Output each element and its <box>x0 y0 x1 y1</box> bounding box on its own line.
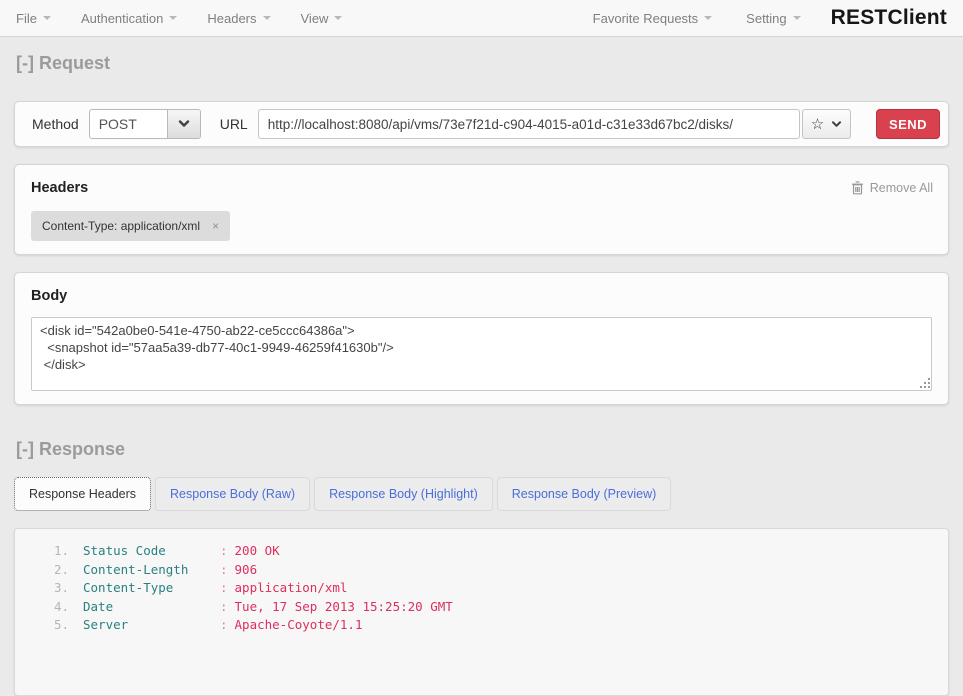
response-header-row: 3. Content-Type : application/xml <box>15 579 948 598</box>
response-header-name: Date <box>83 598 220 617</box>
response-header-row: 1. Status Code : 200 OK <box>15 542 948 561</box>
star-icon: ☆ <box>811 117 824 132</box>
response-header-name: Server <box>83 616 220 635</box>
chevron-down-icon <box>43 16 51 20</box>
response-header-name: Content-Type <box>83 579 220 598</box>
remove-all-headers-button[interactable]: Remove All <box>851 181 933 195</box>
chevron-down-icon <box>831 121 842 128</box>
url-input[interactable] <box>258 109 800 139</box>
close-icon[interactable]: × <box>212 219 219 233</box>
headers-panel-title: Headers <box>31 180 88 196</box>
response-section-title[interactable]: [-] Response <box>16 439 947 460</box>
request-headers-panel: Headers Remove All Content-Type: ap <box>14 164 949 255</box>
menu-setting-label: Setting <box>746 11 786 26</box>
colon-separator: : <box>220 561 228 580</box>
menu-file-label: File <box>16 11 37 26</box>
response-tabs: Response Headers Response Body (Raw) Res… <box>14 477 949 511</box>
menu-headers[interactable]: Headers <box>207 11 270 26</box>
tab-response-headers[interactable]: Response Headers <box>14 477 151 511</box>
menu-file[interactable]: File <box>16 11 51 26</box>
line-number: 4. <box>41 598 69 617</box>
response-headers-panel: 1. Status Code : 200 OK 2. Content-Lengt… <box>14 528 949 696</box>
line-number: 2. <box>41 561 69 580</box>
body-panel-title: Body <box>31 288 67 304</box>
line-number: 1. <box>41 542 69 561</box>
tab-response-body-raw[interactable]: Response Body (Raw) <box>155 477 310 511</box>
favorite-star-button[interactable]: ☆ <box>802 109 851 139</box>
colon-separator: : <box>220 598 228 617</box>
chevron-down-icon <box>263 16 271 20</box>
response-header-value: Tue, 17 Sep 2013 15:25:20 GMT <box>235 598 453 617</box>
response-header-value: application/xml <box>235 579 348 598</box>
menu-view[interactable]: View <box>301 11 343 26</box>
response-header-name: Status Code <box>83 542 220 561</box>
app-logo: RESTClient <box>831 6 947 30</box>
response-header-row: 2. Content-Length : 906 <box>15 561 948 580</box>
top-menubar: File Authentication Headers View Favorit… <box>0 0 963 37</box>
chevron-down-icon <box>169 16 177 20</box>
request-body-panel: Body <disk id="542a0be0-541e-4750-ab22-c… <box>14 272 949 405</box>
response-header-row: 4. Date : Tue, 17 Sep 2013 15:25:20 GMT <box>15 598 948 617</box>
response-header-value: 200 OK <box>235 542 280 561</box>
line-number: 3. <box>41 579 69 598</box>
tab-response-body-highlight[interactable]: Response Body (Highlight) <box>314 477 493 511</box>
menu-favorite-requests-label: Favorite Requests <box>593 11 699 26</box>
resize-grip-icon[interactable] <box>920 378 930 388</box>
menu-headers-label: Headers <box>207 11 256 26</box>
response-header-value: 906 <box>235 561 258 580</box>
response-header-name: Content-Length <box>83 561 220 580</box>
chevron-down-icon <box>334 16 342 20</box>
send-button[interactable]: SEND <box>876 109 940 139</box>
colon-separator: : <box>220 579 228 598</box>
request-bar-panel: Method POST URL ☆ SEND <box>14 101 949 147</box>
url-label: URL <box>220 116 248 132</box>
header-tag: Content-Type: application/xml × <box>31 211 230 241</box>
header-tag-text: Content-Type: application/xml <box>42 219 200 233</box>
colon-separator: : <box>220 616 228 635</box>
response-header-value: Apache-Coyote/1.1 <box>235 616 363 635</box>
menu-favorite-requests[interactable]: Favorite Requests <box>593 11 713 26</box>
menu-authentication[interactable]: Authentication <box>81 11 177 26</box>
chevron-down-icon <box>178 120 190 128</box>
chevron-down-icon <box>704 16 712 20</box>
menu-view-label: View <box>301 11 329 26</box>
colon-separator: : <box>220 542 228 561</box>
request-body-textarea[interactable]: <disk id="542a0be0-541e-4750-ab22-ce5ccc… <box>31 317 932 391</box>
method-select[interactable]: POST <box>89 109 201 139</box>
trash-icon <box>851 181 864 195</box>
response-header-row: 5. Server : Apache-Coyote/1.1 <box>15 616 948 635</box>
method-label: Method <box>32 116 79 132</box>
menu-authentication-label: Authentication <box>81 11 163 26</box>
tab-response-body-preview[interactable]: Response Body (Preview) <box>497 477 672 511</box>
menu-setting[interactable]: Setting <box>746 11 800 26</box>
request-section-title[interactable]: [-] Request <box>16 53 947 74</box>
chevron-down-icon <box>793 16 801 20</box>
line-number: 5. <box>41 616 69 635</box>
method-selected-value: POST <box>90 110 167 138</box>
remove-all-label: Remove All <box>870 181 933 195</box>
method-dropdown-button[interactable] <box>167 110 200 138</box>
